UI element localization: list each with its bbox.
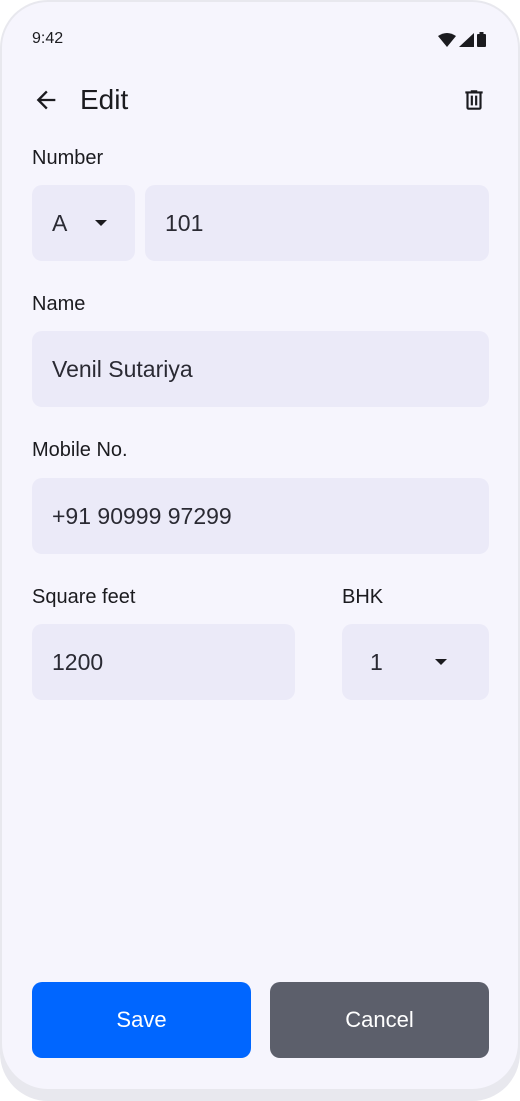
- name-input[interactable]: [32, 355, 489, 383]
- status-time: 9:42: [32, 30, 64, 47]
- mobile-label: Mobile No.: [32, 439, 128, 461]
- app-screen: 9:42 Edit Number A 101 Name Venil Sutari…: [2, 2, 518, 1089]
- name-field[interactable]: [32, 331, 489, 407]
- unit-number-field[interactable]: [145, 185, 489, 261]
- status-bar: 9:42: [2, 2, 518, 78]
- bhk-select-value: 1: [370, 648, 383, 675]
- square-feet-input[interactable]: [32, 648, 295, 676]
- unit-number-input[interactable]: [145, 209, 489, 237]
- square-feet-label: Square feet: [32, 586, 136, 608]
- battery-icon: [477, 32, 486, 47]
- save-button[interactable]: Save: [32, 982, 251, 1058]
- mobile-field[interactable]: [32, 478, 489, 554]
- cancel-button[interactable]: Cancel: [270, 982, 489, 1058]
- name-label: Name: [32, 293, 86, 315]
- bhk-select[interactable]: 1: [342, 624, 489, 700]
- mobile-input[interactable]: [32, 502, 489, 530]
- trash-icon: [465, 90, 483, 110]
- caret-down-icon: [435, 659, 447, 665]
- caret-down-icon: [95, 220, 107, 226]
- app-bar: Edit: [2, 78, 518, 122]
- signal-icon: [459, 32, 474, 47]
- block-select[interactable]: A: [32, 185, 135, 261]
- block-select-value: A: [52, 209, 68, 236]
- back-button[interactable]: [28, 82, 64, 118]
- page-title: Edit: [80, 84, 129, 115]
- delete-button[interactable]: [456, 82, 492, 118]
- arrow-left-icon: [36, 90, 56, 110]
- wifi-icon: [438, 32, 456, 47]
- bhk-label: BHK: [342, 586, 384, 608]
- status-icons: [438, 32, 486, 47]
- device-frame: 9:42 Edit Number A 101 Name Venil Sutari…: [0, 0, 520, 1101]
- square-feet-field[interactable]: [32, 624, 295, 700]
- number-label: Number: [32, 147, 104, 169]
